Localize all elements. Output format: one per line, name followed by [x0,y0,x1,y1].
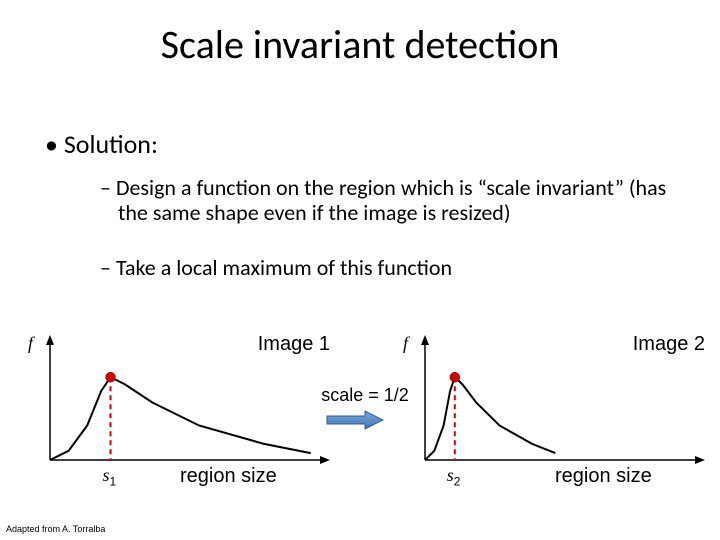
bullet-solution: Solution: [45,128,158,160]
attribution: Adapted from A. Torralba [6,524,105,534]
chart-image-1: f Image 1 s1 region size [30,335,330,465]
arrow-icon [325,410,385,430]
scale-note: scale = 1/2 [310,385,420,406]
slide: Scale invariant detection Solution: Desi… [0,0,720,540]
marker-label-1: s1 [103,465,117,489]
marker-label-2: s2 [447,465,461,489]
chart-image-2: f Image 2 s2 region size [405,335,705,465]
page-title: Scale invariant detection [0,20,720,69]
subbullet-2: Take a local maximum of this function [100,255,680,280]
xlabel-2: region size [555,465,652,488]
xlabel-1: region size [180,465,277,488]
chart-title-2: Image 2 [405,333,705,356]
subbullet-1: Design a function on the region which is… [100,175,680,226]
chart-title-1: Image 1 [30,333,330,356]
